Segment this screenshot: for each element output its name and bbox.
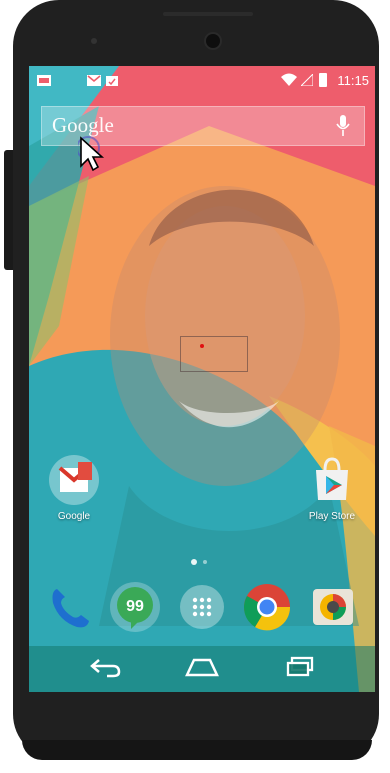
app-google-folder[interactable]: Google <box>39 454 109 522</box>
app-play-store[interactable]: Play Store <box>297 454 367 522</box>
phone-chin <box>22 740 372 760</box>
phone-icon[interactable] <box>43 581 95 633</box>
app-drawer-icon[interactable] <box>176 581 228 633</box>
play-store-icon <box>316 457 348 500</box>
front-camera <box>206 34 220 48</box>
app-label: Google <box>57 511 91 522</box>
google-logo: Google <box>52 113 114 137</box>
recents-icon[interactable] <box>284 656 316 678</box>
svg-text:99: 99 <box>126 598 144 615</box>
clipboard-notification-icon <box>106 76 118 86</box>
camera-icon[interactable] <box>307 581 359 633</box>
battery-icon <box>319 73 327 87</box>
chrome-icon[interactable] <box>241 581 293 633</box>
mic-icon[interactable] <box>336 115 350 137</box>
image-notification-icon <box>37 75 51 86</box>
page-indicator <box>191 552 213 570</box>
back-icon[interactable] <box>89 656 121 678</box>
page-dot <box>203 560 207 564</box>
dock: 99 <box>29 571 375 641</box>
status-bar: 11:15 <box>29 66 375 96</box>
status-time: 11:15 <box>337 73 369 88</box>
earpiece-speaker <box>163 12 253 16</box>
face-tracking-dot <box>200 344 204 348</box>
page-dot-active <box>191 559 197 565</box>
face-tracking-box <box>180 336 248 372</box>
signal-icon <box>301 74 313 86</box>
wifi-icon <box>281 73 297 86</box>
home-icon[interactable] <box>184 656 220 678</box>
proximity-sensor <box>91 38 97 44</box>
app-label: Play Store <box>308 511 356 522</box>
google-folder-icon <box>49 455 99 505</box>
power-button <box>4 150 13 270</box>
navigation-bar <box>29 646 375 692</box>
gmail-notification-icon <box>87 75 101 86</box>
hangouts-icon[interactable]: 99 <box>109 581 161 633</box>
phone-screen: 11:15 Google Google Play Store 99 <box>29 66 375 692</box>
mouse-cursor-icon <box>78 136 105 172</box>
